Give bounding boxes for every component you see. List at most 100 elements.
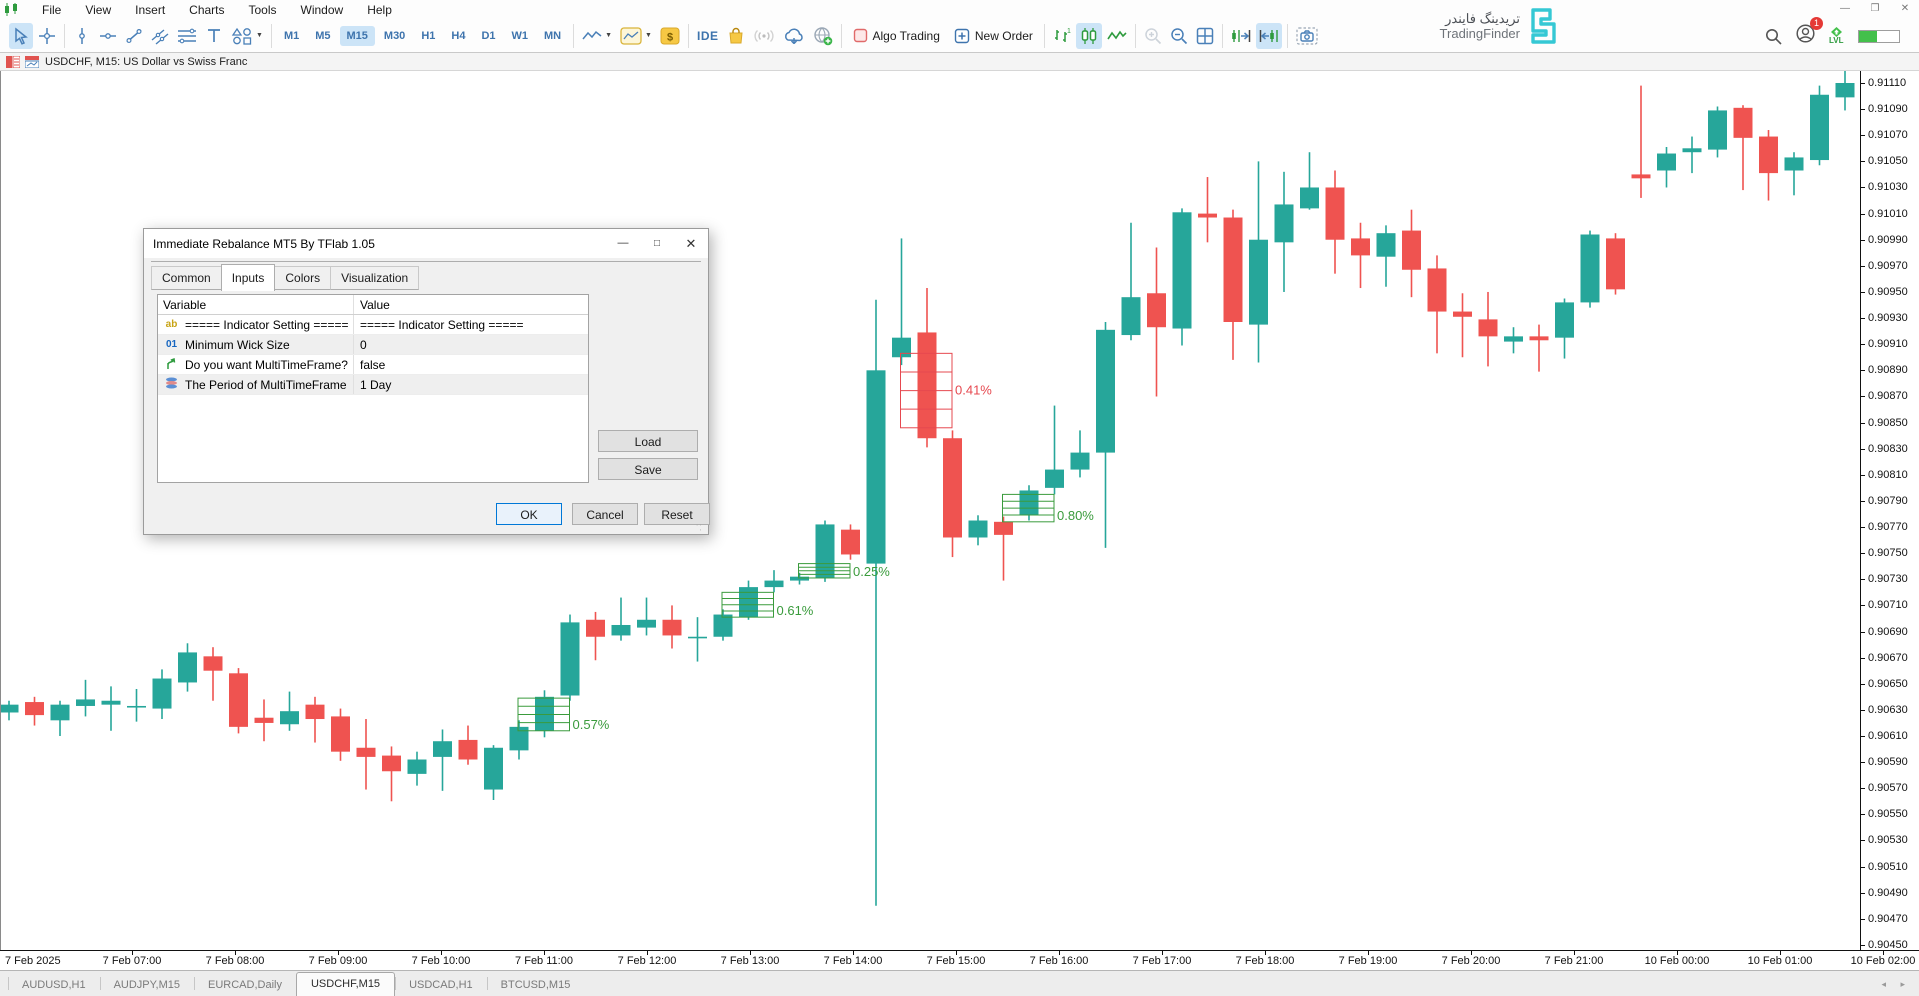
channel-icon [151,27,169,45]
table-row[interactable]: Do you want MultiTimeFrame?false [158,355,588,375]
candle-56 [1428,255,1447,353]
line-toggle-button[interactable] [1104,23,1130,49]
table-row[interactable]: The Period of MultiTimeFrame1 Day [158,375,588,395]
dialog-title-bar[interactable]: Immediate Rebalance MT5 By TFlab 1.05 — … [144,229,708,258]
timeframe-m1[interactable]: M1 [277,26,306,46]
dialog-close-button[interactable]: ✕ [674,229,708,258]
vline-button[interactable] [70,23,94,49]
window-minimize-button[interactable]: — [1837,0,1853,17]
chart-tab-audjpy[interactable]: AUDJPY,M15 [100,974,194,996]
level-indicator[interactable]: LVL [1829,27,1844,45]
dollar-button[interactable]: $ [657,23,683,49]
price-axis[interactable]: 0.911100.910900.910700.910500.910300.910… [1860,71,1919,950]
cancel-button[interactable]: Cancel [572,503,638,525]
timeframe-h4[interactable]: H4 [444,26,472,46]
cursor-button[interactable] [9,23,33,49]
menu-help[interactable]: Help [355,1,404,19]
menu-charts[interactable]: Charts [177,1,236,19]
window-close-button[interactable]: ✕ [1897,0,1913,17]
level-progress-bar [1858,30,1900,43]
signal-button[interactable] [750,23,778,49]
time-label: 7 Feb 07:00 [103,955,162,967]
crosshair-button[interactable] [35,23,59,49]
channel-button[interactable] [148,23,172,49]
tile-windows-icon [1196,27,1214,45]
variable-value[interactable]: false [354,358,588,372]
cloud-button[interactable] [780,23,808,49]
bars-toggle-button[interactable]: 1 [1050,23,1074,49]
variable-value[interactable]: 0 [354,338,588,352]
template-button[interactable]: ▼ [617,23,655,49]
candle-69 [1759,130,1778,201]
ok-button[interactable]: OK [496,503,562,525]
chart-tab-audusd[interactable]: AUDUSD,H1 [8,974,100,996]
chartshift-button[interactable] [1256,23,1282,49]
menu-window[interactable]: Window [289,1,356,19]
ide-button[interactable]: IDE [694,23,722,49]
menu-file[interactable]: File [30,1,73,19]
candle-49 [1249,161,1268,362]
candle-52 [1326,171,1345,274]
hline-button[interactable] [96,23,120,49]
candle-57 [1453,293,1472,357]
time-axis[interactable]: 7 Feb 20257 Feb 07:007 Feb 08:007 Feb 09… [0,950,1919,970]
zoomin-button[interactable] [1141,23,1165,49]
price-tick [1861,579,1865,580]
market-button[interactable] [724,23,748,49]
rebalance-zone-0.41%: 0.41% [901,353,993,427]
search-icon[interactable] [1765,28,1782,45]
column-header-value: Value [354,298,588,312]
text-button[interactable] [202,23,226,49]
profile-button[interactable]: 1 [1796,24,1815,48]
camera-button[interactable] [1293,23,1321,49]
load-button[interactable]: Load [598,430,698,452]
candles-toggle-button[interactable] [1076,23,1102,49]
price-label: 0.90790 [1868,495,1908,507]
variable-value[interactable]: 1 Day [354,378,588,392]
chart-tab-usdchf[interactable]: USDCHF,M15 [296,972,395,996]
shapes-button[interactable]: ▼ [228,23,266,49]
dialog-tab-inputs[interactable]: Inputs [221,264,276,291]
save-button[interactable]: Save [598,458,698,480]
table-row[interactable]: 01Minimum Wick Size0 [158,335,588,355]
window-controls: — ❐ ✕ [1837,0,1913,17]
tile-windows-button[interactable] [1193,23,1217,49]
timeframe-m30[interactable]: M30 [377,26,412,46]
price-label: 0.90910 [1868,338,1908,350]
chart-tab-btcusd[interactable]: BTCUSD,M15 [487,974,585,996]
new-order-button[interactable]: New Order [947,25,1040,47]
timeframe-d1[interactable]: D1 [474,26,502,46]
timeframe-w1[interactable]: W1 [505,26,536,46]
dialog-tab-colors[interactable]: Colors [274,266,331,290]
candle-70 [1785,152,1804,195]
candle-67 [1708,107,1727,158]
menu-tools[interactable]: Tools [237,1,289,19]
dialog-maximize-button[interactable]: □ [640,229,674,258]
chevron-down-icon: ▼ [256,32,263,39]
algo-trading-button[interactable]: Algo Trading [846,25,947,46]
variable-value[interactable]: ===== Indicator Setting ===== [354,318,588,332]
timeframe-m15[interactable]: M15 [340,26,375,46]
line-chart-type-button[interactable]: ▼ [579,23,615,49]
candle-30 [765,570,784,592]
menu-view[interactable]: View [73,1,123,19]
trendline-button[interactable] [122,23,146,49]
dialog-resize-grip[interactable]: ∙∙ ∙ [696,522,706,532]
menu-insert[interactable]: Insert [123,1,177,19]
dialog-minimize-button[interactable]: — [606,229,640,258]
dialog-tab-visualization[interactable]: Visualization [330,266,419,290]
autoscroll-button[interactable] [1228,23,1254,49]
timeframe-m5[interactable]: M5 [308,26,337,46]
chart-tab-eurcad[interactable]: EURCAD,Daily [194,974,296,996]
window-maximize-button[interactable]: ❐ [1867,0,1883,17]
timeframe-mn[interactable]: MN [537,26,568,46]
table-row[interactable]: ab===== Indicator Setting ========== Ind… [158,315,588,335]
chart-tab-usdcad[interactable]: USDCAD,H1 [395,974,487,996]
equidistant-button[interactable] [174,23,200,49]
dialog-tab-common[interactable]: Common [151,266,222,290]
zoomout-button[interactable] [1167,23,1191,49]
timeframe-h1[interactable]: H1 [414,26,442,46]
community-button[interactable] [810,23,836,49]
tab-scroll-arrows[interactable]: ◂ ▸ [1881,979,1911,990]
price-label: 0.90490 [1868,887,1908,899]
